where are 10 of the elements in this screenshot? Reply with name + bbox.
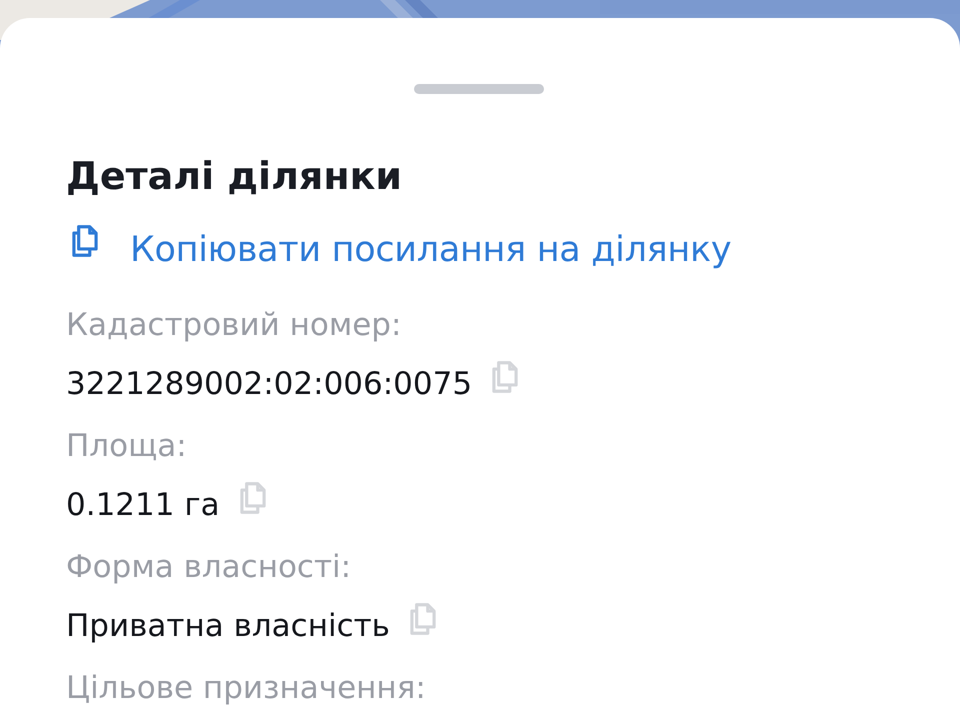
field-label: Цільове призначення:: [66, 669, 427, 707]
copy-link[interactable]: Копіювати посилання на ділянку: [130, 226, 732, 274]
field-value: 0.1211 га: [66, 486, 220, 525]
field-value: 3221289002:02:006:0075: [66, 365, 472, 404]
field-label: Кадастровий номер:: [66, 306, 402, 344]
field-label: Форма власності:: [66, 548, 352, 586]
sheet-title: Деталі ділянки: [66, 153, 403, 200]
field-label: Площа:: [66, 427, 188, 465]
drag-handle[interactable]: [414, 84, 544, 94]
field-value: Приватна власність: [66, 607, 390, 646]
